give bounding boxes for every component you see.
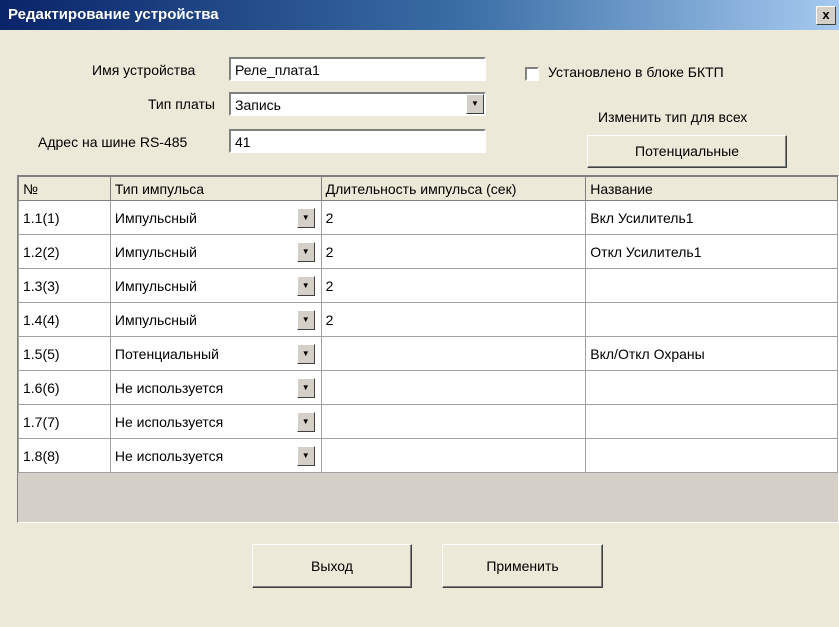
name-cell[interactable]: [585, 404, 838, 439]
chevron-down-icon[interactable]: ▼: [296, 344, 315, 364]
device-name-label: Имя устройства: [92, 62, 196, 78]
name-cell[interactable]: [585, 438, 838, 473]
table-header-row: № Тип импульса Длительность импульса (се…: [18, 176, 838, 201]
relay-table: № Тип импульса Длительность импульса (се…: [17, 175, 839, 523]
pulse-type-value: Импульсный: [114, 243, 197, 260]
relay-table-body: № Тип импульса Длительность импульса (се…: [18, 176, 838, 473]
row-number[interactable]: 1.3(3): [18, 268, 111, 303]
pulse-type-cell[interactable]: Не используется ▼: [109, 438, 322, 473]
name-cell[interactable]: Вкл/Откл Охраны: [585, 336, 838, 371]
close-icon[interactable]: x: [816, 6, 836, 25]
installed-checkbox[interactable]: [525, 67, 539, 81]
pulse-type-value: Потенциальный: [114, 345, 219, 362]
duration-cell[interactable]: [320, 370, 587, 405]
table-row: 1.5(5) Потенциальный ▼ Вкл/Откл Охраны: [18, 336, 838, 371]
row-number[interactable]: 1.4(4): [18, 302, 111, 337]
potential-all-button[interactable]: Потенциальные: [587, 135, 787, 168]
chevron-down-icon[interactable]: ▼: [296, 276, 315, 296]
exit-button[interactable]: Выход: [252, 544, 412, 588]
title-bar: Редактирование устройства: [0, 0, 839, 30]
row-number[interactable]: 1.8(8): [18, 438, 111, 473]
name-cell[interactable]: Вкл Усилитель1: [585, 200, 838, 235]
pulse-type-cell[interactable]: Не используется ▼: [109, 404, 322, 439]
name-cell[interactable]: [585, 268, 838, 303]
header-number[interactable]: №: [18, 176, 111, 201]
installed-label: Установлено в блоке БКТП: [548, 64, 724, 80]
duration-cell[interactable]: [320, 336, 587, 371]
name-cell[interactable]: [585, 370, 838, 405]
row-number[interactable]: 1.7(7): [18, 404, 111, 439]
pulse-type-cell[interactable]: Импульсный ▼: [109, 302, 322, 337]
board-type-value: Запись: [235, 97, 281, 113]
change-all-label: Изменить тип для всех: [598, 109, 748, 125]
table-row: 1.7(7) Не используется ▼: [18, 404, 838, 439]
name-cell[interactable]: [585, 302, 838, 337]
pulse-type-cell[interactable]: Импульсный ▼: [109, 234, 322, 269]
table-row: 1.2(2) Импульсный ▼ 2 Откл Усилитель1: [18, 234, 838, 269]
duration-cell[interactable]: 2: [320, 234, 587, 269]
duration-cell[interactable]: [320, 438, 587, 473]
row-number[interactable]: 1.5(5): [18, 336, 111, 371]
chevron-down-icon[interactable]: ▼: [296, 310, 315, 330]
pulse-type-cell[interactable]: Не используется ▼: [109, 370, 322, 405]
rs485-label: Адрес на шине RS-485: [38, 134, 188, 150]
chevron-down-icon[interactable]: ▼: [296, 378, 315, 398]
duration-cell[interactable]: [320, 404, 587, 439]
device-name-field[interactable]: Реле_плата1: [229, 57, 486, 81]
table-row: 1.3(3) Импульсный ▼ 2: [18, 268, 838, 303]
chevron-down-icon[interactable]: ▼: [296, 242, 315, 262]
duration-cell[interactable]: 2: [320, 200, 587, 235]
pulse-type-value: Не используется: [114, 413, 224, 430]
duration-cell[interactable]: 2: [320, 302, 587, 337]
pulse-type-value: Не используется: [114, 447, 224, 464]
header-pulse-duration[interactable]: Длительность импульса (сек): [320, 176, 587, 201]
pulse-type-value: Не используется: [114, 379, 224, 396]
window-title: Редактирование устройства: [8, 6, 219, 23]
table-row: 1.8(8) Не используется ▼: [18, 438, 838, 473]
pulse-type-value: Импульсный: [114, 277, 197, 294]
header-pulse-type[interactable]: Тип импульса: [109, 176, 322, 201]
chevron-down-icon[interactable]: ▼: [296, 208, 315, 228]
board-type-label: Тип платы: [148, 96, 215, 112]
table-row: 1.6(6) Не используется ▼: [18, 370, 838, 405]
chevron-down-icon[interactable]: ▼: [296, 446, 315, 466]
row-number[interactable]: 1.2(2): [18, 234, 111, 269]
pulse-type-value: Импульсный: [114, 209, 197, 226]
apply-button[interactable]: Применить: [442, 544, 603, 588]
pulse-type-value: Импульсный: [114, 311, 197, 328]
row-number[interactable]: 1.1(1): [18, 200, 111, 235]
chevron-down-icon[interactable]: ▼: [296, 412, 315, 432]
row-number[interactable]: 1.6(6): [18, 370, 111, 405]
duration-cell[interactable]: 2: [320, 268, 587, 303]
rs485-address-field[interactable]: 41: [229, 129, 486, 153]
table-row: 1.4(4) Импульсный ▼ 2: [18, 302, 838, 337]
name-cell[interactable]: Откл Усилитель1: [585, 234, 838, 269]
table-row: 1.1(1) Импульсный ▼ 2 Вкл Усилитель1: [18, 200, 838, 235]
pulse-type-cell[interactable]: Импульсный ▼: [109, 268, 322, 303]
header-name[interactable]: Название: [585, 176, 838, 201]
pulse-type-cell[interactable]: Потенциальный ▼: [109, 336, 322, 371]
pulse-type-cell[interactable]: Импульсный ▼: [109, 200, 322, 235]
chevron-down-icon[interactable]: ▼: [466, 94, 484, 114]
board-type-select[interactable]: Запись ▼: [229, 92, 486, 116]
